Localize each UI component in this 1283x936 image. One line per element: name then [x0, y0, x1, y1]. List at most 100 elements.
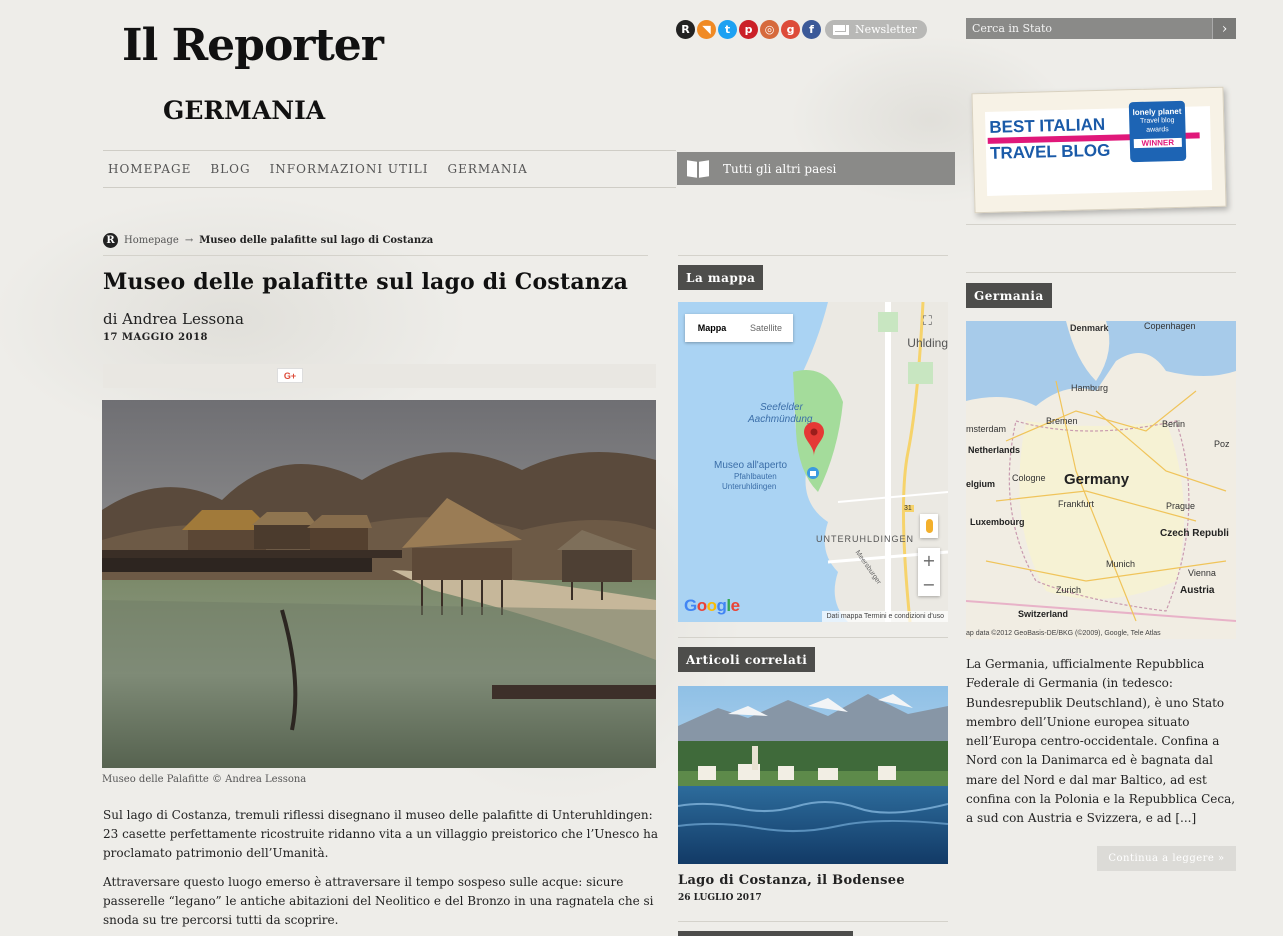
newsletter-label: Newsletter [855, 23, 917, 36]
instagram-icon[interactable]: ◎ [760, 20, 779, 39]
map-label-vienna: Vienna [1188, 568, 1216, 578]
map-label-museo: Museo all'aperto [714, 460, 788, 471]
fullscreen-icon[interactable]: ⛶ [923, 314, 932, 329]
stilt-houses-photo [102, 400, 656, 768]
breadcrumb-divider [103, 255, 648, 256]
nav-item-blog[interactable]: Blog [210, 162, 250, 176]
search-submit-button[interactable]: › [1212, 18, 1236, 39]
article-author: di Andrea Lessona [103, 310, 244, 328]
map-label-prague: Prague [1166, 501, 1196, 511]
badge-line2: TRAVEL BLOG [989, 140, 1111, 163]
badge-line1: BEST ITALIAN [989, 114, 1106, 137]
street-view-pegman-icon[interactable] [920, 514, 938, 538]
related-article-photo[interactable] [678, 686, 948, 864]
map-copyright: ap data ©2012 GeoBasis-DE/BKG (©2009), G… [966, 630, 1161, 637]
social-bar: R ◥ t p ◎ g f Newsletter [676, 20, 927, 39]
map-label-pfahlbauten: Pfahlbauten [734, 472, 777, 481]
map-label-berlin: Berlin [1162, 419, 1186, 429]
google-logo[interactable]: Google [684, 596, 740, 616]
map-label-poz: Poz [1214, 439, 1230, 449]
breadcrumb-separator: → [184, 235, 194, 246]
article-photo-palafitte[interactable] [102, 400, 656, 768]
twitter-icon[interactable]: t [718, 20, 737, 39]
map-label-netherlands: Netherlands [968, 445, 1021, 455]
other-countries-button[interactable]: Tutti gli altri paesi [677, 152, 955, 185]
googleplus-icon[interactable]: g [781, 20, 800, 39]
breadcrumb-current: Museo delle palafitte sul lago di Costan… [199, 235, 434, 246]
article-body: Sul lago di Costanza, tremuli riflessi d… [103, 806, 659, 936]
map-label-munich: Munich [1106, 559, 1136, 569]
map-label-belgium: elgium [966, 479, 996, 489]
map-label-luxembourg: Luxembourg [970, 517, 1025, 527]
googleplus-share-button[interactable]: G+ [277, 368, 303, 383]
map-label-unteruhldingen: UNTERUHLDINGEN [816, 534, 915, 544]
location-map[interactable]: Mappa Satellite ⛶ Uhlding Seefelder Aach… [678, 302, 948, 622]
related-article-title[interactable]: Lago di Costanza, il Bodensee [678, 873, 905, 888]
reporter-icon[interactable]: R [676, 20, 695, 39]
photo-caption: Museo delle Palafitte © Andrea Lessona [102, 774, 307, 785]
map-label-austria: Austria [1180, 585, 1215, 596]
pinterest-icon[interactable]: p [739, 20, 758, 39]
search-form: › [966, 18, 1236, 39]
breadcrumb: R Homepage → Museo delle palafitte sul l… [103, 233, 433, 248]
map-label-cologne: Cologne [1012, 473, 1046, 483]
germany-map[interactable]: Denmark Copenhagen Hamburg Bremen Berlin… [966, 321, 1236, 639]
map-label-amsterdam: msterdam [966, 424, 1007, 434]
map-type-satellite[interactable]: Satellite [739, 314, 793, 342]
lp-brand: lonely planet [1132, 106, 1182, 118]
best-italian-travel-blog-badge[interactable]: BEST ITALIAN TRAVEL BLOG lonely planet T… [971, 86, 1227, 214]
nav-item-informazioni-utili[interactable]: Informazioni utili [270, 162, 429, 176]
divider [966, 272, 1236, 273]
divider [678, 255, 948, 256]
next-section-label [678, 931, 853, 936]
map-label-copenhagen: Copenhagen [1144, 321, 1196, 331]
map-label-hamburg: Hamburg [1071, 383, 1109, 393]
article-paragraph-1: Sul lago di Costanza, tremuli riflessi d… [103, 808, 659, 860]
map-attribution[interactable]: Dati mappa Termini e condizioni d'uso [822, 611, 948, 622]
search-input[interactable] [966, 18, 1212, 39]
zoom-control: + − [918, 548, 940, 596]
zoom-in-button[interactable]: + [922, 551, 935, 570]
breadcrumb-home[interactable]: Homepage [124, 235, 179, 246]
site-logo-title[interactable]: Il Reporter [122, 20, 384, 71]
map-label-unteruhldingen-small: Unteruhldingen [722, 482, 777, 491]
divider [678, 921, 948, 922]
map-label-czech: Czech Republi [1160, 528, 1229, 539]
site-logo-subtitle[interactable]: GERMANIA [163, 96, 325, 125]
reporter-icon[interactable]: R [103, 233, 118, 248]
related-section-label: Articoli correlati [678, 647, 816, 672]
read-more-button[interactable]: Continua a leggere » [1097, 846, 1236, 871]
article-paragraph-2: Attraversare questo luogo emerso è attra… [103, 875, 654, 927]
map-section-label: La mappa [678, 265, 764, 290]
lake-constance-photo [678, 686, 948, 864]
museum-poi-icon[interactable] [806, 466, 820, 480]
newsletter-button[interactable]: Newsletter [825, 20, 927, 39]
article-date: 17 MAGGIO 2018 [103, 332, 209, 343]
rss-icon[interactable]: ◥ [697, 20, 716, 39]
lp-text: Travel blog awards [1139, 117, 1175, 134]
divider [966, 224, 1236, 225]
lonely-planet-award-logo: lonely planet Travel blog awards WINNER [1128, 100, 1187, 163]
divider [678, 637, 948, 638]
zoom-out-button[interactable]: − [922, 575, 935, 594]
facebook-icon[interactable]: f [802, 20, 821, 39]
country-section-label: Germania [966, 283, 1052, 308]
map-label-frankfurt: Frankfurt [1058, 499, 1095, 509]
nav-top-rule [103, 150, 676, 151]
main-nav: Homepage Blog Informazioni utili Germani… [108, 162, 528, 176]
map-label-denmark: Denmark [1070, 323, 1109, 333]
nav-bottom-rule [103, 187, 676, 188]
nav-item-homepage[interactable]: Homepage [108, 162, 191, 176]
article-title: Museo delle palafitte sul lago di Costan… [103, 269, 629, 295]
envelope-icon [833, 24, 849, 35]
map-type-control: Mappa Satellite [685, 314, 793, 342]
lp-winner: WINNER [1133, 137, 1182, 149]
map-marker-icon[interactable] [803, 422, 825, 456]
map-label-uhldingen: Uhlding [907, 336, 948, 350]
map-label-germany: Germany [1064, 471, 1130, 488]
related-article-date: 26 LUGLIO 2017 [678, 893, 762, 903]
nav-item-germania[interactable]: Germania [448, 162, 528, 176]
road-sign: 31 [902, 505, 914, 512]
other-countries-label: Tutti gli altri paesi [723, 161, 837, 176]
map-type-mappa[interactable]: Mappa [685, 314, 739, 342]
